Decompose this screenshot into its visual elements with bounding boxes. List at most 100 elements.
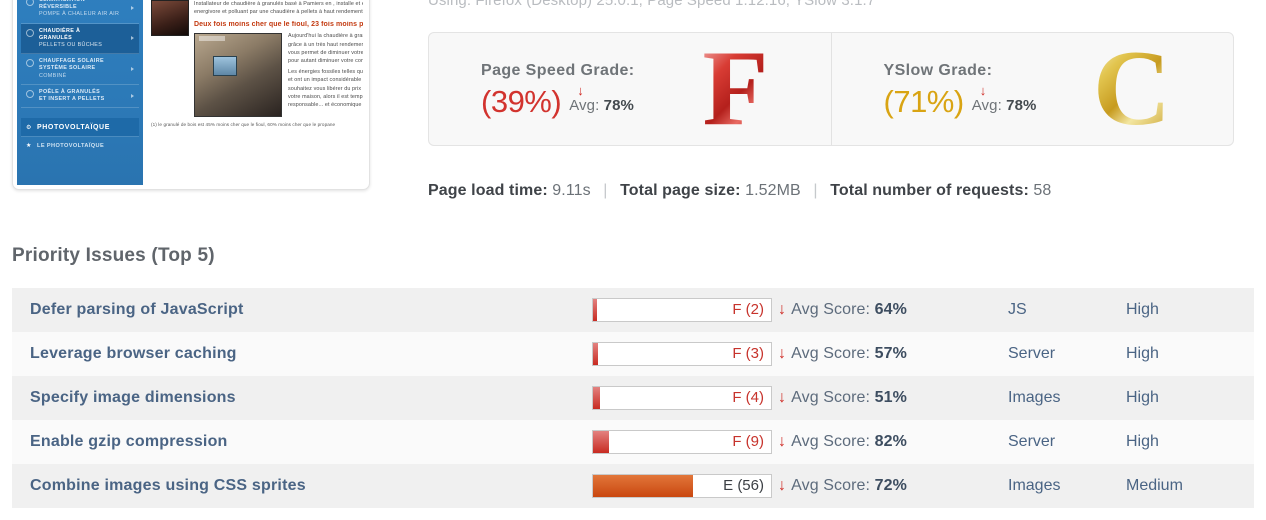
issue-name[interactable]: Enable gzip compression bbox=[12, 433, 592, 451]
thumb-para-text: energivore et polluant par une chaudière… bbox=[194, 9, 363, 16]
page-stats-line: Page load time: 9.11s | Total page size:… bbox=[428, 182, 1051, 200]
gear-icon: ⚙ bbox=[26, 125, 32, 132]
avg-score-value: 51% bbox=[874, 389, 907, 406]
thumb-paragraph-8: et ont un impact considérable en termes … bbox=[288, 77, 363, 84]
issue-type: Server bbox=[1008, 345, 1056, 362]
avg-score-label: Avg Score: bbox=[791, 477, 871, 494]
thumb-image-boiler-small bbox=[151, 0, 189, 36]
thumb-section-sub: ★ LE PHOTOVOLTAÏQUE bbox=[21, 136, 139, 155]
chevron-right-icon bbox=[131, 5, 134, 10]
thumb-nav-item-0: CLIMATISATION RÉVERSIBLE POMPE À CHALEUR… bbox=[21, 0, 139, 24]
issue-name[interactable]: Combine images using CSS sprites bbox=[12, 477, 592, 495]
thumb-nav-line2: SYSTÈME SOLAIRE bbox=[39, 65, 96, 72]
thumb-paragraph-2: energivore et polluant par une chaudière… bbox=[194, 8, 363, 16]
site-screenshot-thumbnail[interactable]: CLIMATISATION RÉVERSIBLE POMPE À CHALEUR… bbox=[12, 0, 370, 190]
down-arrow-icon: ↓ bbox=[778, 389, 787, 406]
table-row[interactable]: Defer parsing of JavaScript F (2) ↓ Avg S… bbox=[12, 288, 1254, 332]
chevron-right-icon bbox=[131, 94, 134, 99]
table-row[interactable]: Specify image dimensions F (4) ↓ Avg Scor… bbox=[12, 376, 1254, 420]
grade-bar-fill bbox=[593, 387, 601, 409]
issue-grade-bar-cell: F (9) bbox=[592, 430, 778, 454]
circle-icon bbox=[26, 89, 34, 98]
chevron-right-icon bbox=[131, 67, 134, 72]
load-time-label: Page load time: bbox=[428, 182, 548, 199]
circle-icon bbox=[26, 28, 34, 37]
issue-grade-bar-cell: F (3) bbox=[592, 342, 778, 366]
avg-score-value: 82% bbox=[874, 433, 907, 450]
grade-bar-label: F (3) bbox=[732, 345, 764, 362]
issue-avg-score: ↓ Avg Score: 72% bbox=[778, 477, 1008, 495]
issue-name[interactable]: Defer parsing of JavaScript bbox=[12, 301, 592, 319]
yslow-avg-text: Avg: 78% bbox=[972, 97, 1037, 114]
page-speed-grade-cell: Page Speed Grade: (39%) ↓ Avg: 78% F bbox=[429, 33, 831, 145]
grade-bar-label: F (4) bbox=[732, 389, 764, 406]
page-speed-grade-label: Page Speed Grade: bbox=[481, 61, 635, 79]
thumbnail-sidebar: CLIMATISATION RÉVERSIBLE POMPE À CHALEUR… bbox=[17, 0, 143, 185]
avg-value: 78% bbox=[603, 96, 634, 114]
thumbnail-inner: CLIMATISATION RÉVERSIBLE POMPE À CHALEUR… bbox=[17, 0, 365, 185]
page-speed-avg-block: ↓ Avg: 78% bbox=[569, 84, 634, 117]
thumb-nav-item-2: CHAUFFAGE SOLAIRE SYSTÈME SOLAIRE COMBIN… bbox=[21, 54, 139, 85]
grade-bar-fill bbox=[593, 343, 599, 365]
issue-grade-bar-cell: E (56) bbox=[592, 474, 778, 498]
priority-issues-heading: Priority Issues (Top 5) bbox=[12, 245, 215, 266]
table-row[interactable]: Leverage browser caching F (3) ↓ Avg Scor… bbox=[12, 332, 1254, 376]
issue-grade-bar-cell: F (2) bbox=[592, 298, 778, 322]
grade-bar-fill bbox=[593, 431, 610, 453]
down-arrow-icon: ↓ bbox=[778, 477, 787, 494]
thumb-heading-orange: Deux fois moins cher que le fioul, 23 fo… bbox=[194, 21, 363, 29]
thumb-footnote: (1) le granulé de bois est 45% moins che… bbox=[151, 122, 336, 128]
thumb-section-photovoltaique: ⚙ PHOTOVOLTAÏQUE bbox=[21, 118, 139, 137]
requests-label: Total number of requests: bbox=[830, 182, 1029, 199]
thumb-paragraph-6: pour autant diminuer votre confort ni vo… bbox=[288, 58, 363, 65]
avg-score-label: Avg Score: bbox=[791, 301, 871, 318]
chevron-right-icon bbox=[131, 36, 134, 41]
down-arrow-icon: ↓ bbox=[778, 345, 787, 362]
issue-type: JS bbox=[1008, 301, 1027, 318]
issue-name[interactable]: Specify image dimensions bbox=[12, 389, 592, 407]
page-speed-avg-text: Avg: 78% bbox=[569, 97, 634, 114]
avg-score-value: 57% bbox=[874, 345, 907, 362]
issue-priority: Medium bbox=[1126, 477, 1183, 494]
issue-avg-score: ↓ Avg Score: 51% bbox=[778, 389, 1008, 407]
down-arrow-icon: ↓ bbox=[577, 82, 584, 98]
thumbnail-nav: CLIMATISATION RÉVERSIBLE POMPE À CHALEUR… bbox=[21, 0, 139, 109]
page-speed-percent: (39%) bbox=[481, 83, 562, 119]
browser-version-line: Using: Firefox (Desktop) 25.0.1, Page Sp… bbox=[428, 0, 876, 9]
stats-separator: | bbox=[603, 182, 608, 199]
yslow-grade-cell: YSlow Grade: (71%) ↓ Avg: 78% C bbox=[830, 29, 1234, 148]
avg-score-label: Avg Score: bbox=[791, 433, 871, 450]
page-speed-grade-text: Page Speed Grade: (39%) ↓ Avg: 78% bbox=[429, 62, 635, 117]
issue-priority: High bbox=[1126, 345, 1159, 362]
page-speed-grade-letter: F bbox=[702, 29, 769, 148]
thumb-paragraph-3: Aujourd'hui la chaudière à granulés se r… bbox=[288, 33, 363, 40]
table-row[interactable]: Enable gzip compression F (9) ↓ Avg Score… bbox=[12, 420, 1254, 464]
down-arrow-icon: ↓ bbox=[778, 433, 787, 450]
priority-issues-table: Defer parsing of JavaScript F (2) ↓ Avg S… bbox=[12, 288, 1254, 508]
thumb-paragraph-4: grâce à un très haut rendement elle cons… bbox=[288, 41, 363, 48]
thumb-paragraph-10: votre maison, alors il est temps d'envis… bbox=[288, 93, 363, 100]
down-arrow-icon: ↓ bbox=[979, 82, 987, 98]
avg-prefix: Avg: bbox=[569, 96, 600, 114]
grade-bar-label: F (2) bbox=[732, 301, 764, 318]
circle-icon bbox=[26, 0, 34, 6]
issue-name[interactable]: Leverage browser caching bbox=[12, 345, 592, 363]
thumb-nav-line3: PELLETS OU BÛCHES bbox=[39, 42, 103, 49]
thumb-nav-line2: ET INSERT A PELLETS bbox=[39, 96, 105, 103]
thumb-paragraph-11: responsable... et économique ! bbox=[288, 102, 363, 109]
thumb-paragraph-1: Installateur de chaudière à granulés bas… bbox=[194, 0, 363, 8]
thumb-nav-line1: CHAUDIÈRE À bbox=[39, 27, 81, 34]
issue-priority: High bbox=[1126, 301, 1159, 318]
yslow-grade-label: YSlow Grade: bbox=[883, 61, 993, 79]
report-page: CLIMATISATION RÉVERSIBLE POMPE À CHALEUR… bbox=[0, 0, 1266, 520]
star-icon: ★ bbox=[26, 143, 32, 150]
issue-avg-score: ↓ Avg Score: 57% bbox=[778, 345, 1008, 363]
thumb-nav-line1: POÊLE À GRANULÉS bbox=[39, 88, 101, 95]
yslow-grade-letter: C bbox=[1093, 29, 1171, 148]
issue-avg-score: ↓ Avg Score: 82% bbox=[778, 433, 1008, 451]
grade-progress-bar: F (2) bbox=[592, 298, 772, 322]
down-arrow-icon: ↓ bbox=[778, 301, 787, 318]
yslow-avg-block: ↓ Avg: 78% bbox=[972, 84, 1037, 117]
table-row[interactable]: Combine images using CSS sprites E (56) … bbox=[12, 464, 1254, 508]
stats-separator: | bbox=[813, 182, 818, 199]
